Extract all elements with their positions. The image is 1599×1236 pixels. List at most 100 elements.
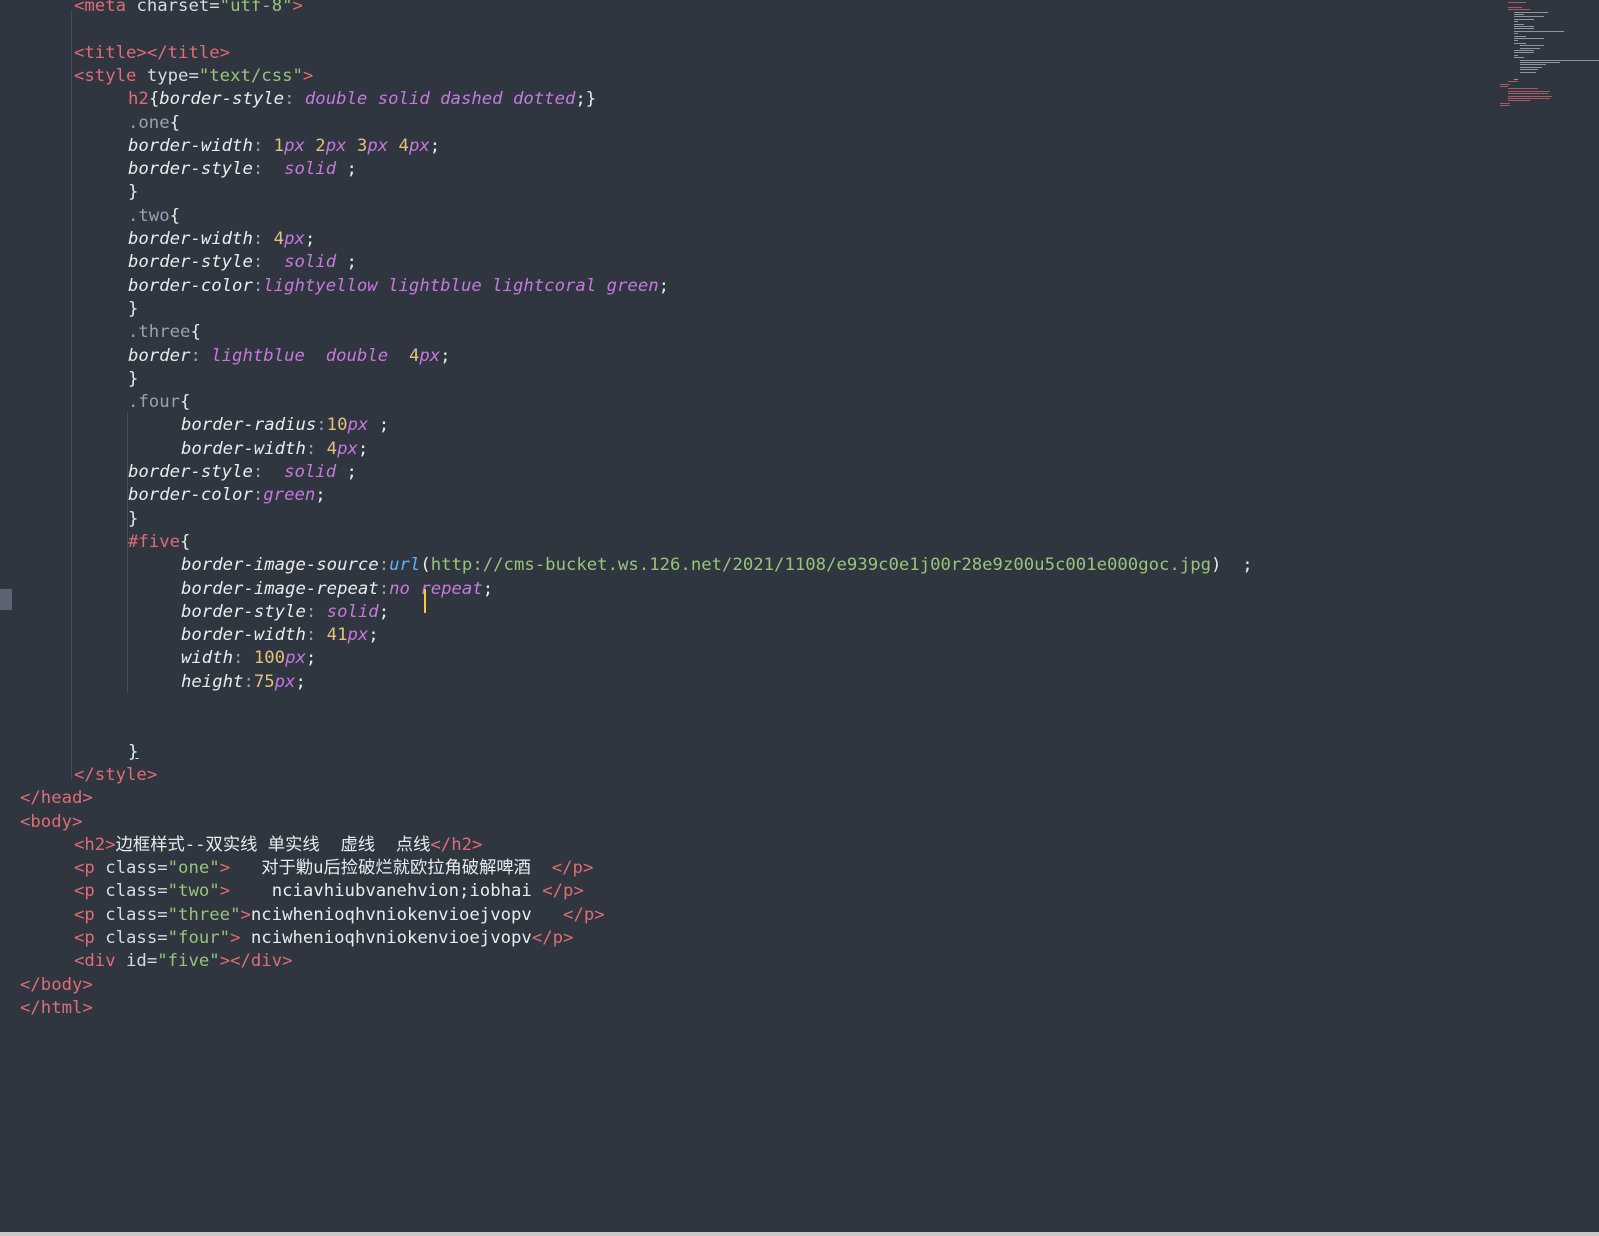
code-token: } — [128, 369, 139, 389]
code-token: } — [128, 182, 139, 202]
minimap-line — [1520, 62, 1560, 63]
code-line[interactable]: border-color:lightyellow lightblue light… — [128, 274, 669, 298]
code-line[interactable]: border-width: 1px 2px 3px 4px; — [128, 134, 440, 158]
code-line[interactable]: <div id="five"></div> — [74, 949, 293, 973]
code-line[interactable]: width: 100px; — [181, 646, 316, 670]
code-line[interactable]: <meta charset="utf-8"> — [74, 0, 303, 18]
code-token: </head> — [20, 788, 93, 808]
code-line[interactable]: border-style: solid ; — [128, 157, 357, 181]
code-token: 2 — [315, 136, 326, 156]
minimap-line — [1514, 30, 1564, 32]
code-line[interactable]: border-style: solid ; — [128, 460, 357, 484]
code-line[interactable]: } — [128, 367, 138, 391]
code-token: : — [305, 439, 327, 459]
minimap-line — [1514, 21, 1518, 23]
code-line[interactable]: .four{ — [128, 390, 190, 414]
code-token: border-radius — [181, 415, 317, 435]
code-line[interactable]: border-image-source:url(http://cms-bucke… — [181, 553, 1253, 577]
code-line[interactable]: } — [128, 297, 138, 321]
code-token: </html> — [20, 998, 93, 1018]
code-token: 4 — [408, 346, 420, 366]
code-line[interactable]: <p class="four"> nciwhenioqhvniokenvioej… — [74, 926, 573, 950]
current-line-marker — [0, 589, 12, 610]
code-line[interactable]: border: lightblue double 4px; — [128, 344, 451, 368]
code-line[interactable]: <h2>边框样式--双实线 单实线 虚线 点线</h2> — [74, 833, 482, 857]
minimap-line — [1514, 57, 1524, 59]
code-token: px — [284, 136, 316, 156]
code-token: 41 — [326, 625, 348, 645]
minimap-line — [1514, 78, 1518, 80]
code-line[interactable]: <title></title> — [74, 41, 230, 65]
code-token: ;} — [575, 89, 597, 109]
code-token: </p> — [563, 905, 605, 925]
code-token: border-style — [181, 602, 306, 622]
code-line[interactable]: .two{ — [128, 204, 180, 228]
code-line[interactable]: .three{ — [128, 320, 201, 344]
code-line[interactable]: } — [128, 180, 138, 204]
code-token: </p> — [542, 881, 584, 901]
code-line[interactable]: <p class="three">nciwhenioqhvniokenvioej… — [74, 903, 605, 927]
code-token: "two" — [167, 881, 220, 901]
code-line[interactable]: border-radius:10px ; — [181, 413, 389, 437]
code-line[interactable]: </head> — [20, 786, 93, 810]
code-line[interactable]: border-style: solid; — [181, 600, 389, 624]
code-line[interactable]: border-width: 41px; — [181, 623, 379, 647]
code-token: px — [325, 136, 357, 156]
code-line[interactable]: h2{border-style: double solid dashed dot… — [128, 87, 596, 111]
code-token: solid — [284, 159, 337, 179]
code-token: "five" — [157, 951, 220, 971]
code-token: border — [128, 346, 191, 366]
minimap-line — [1508, 100, 1530, 102]
code-token: solid — [284, 462, 337, 482]
code-line[interactable]: <body> — [20, 810, 82, 834]
code-token: class= — [105, 881, 168, 901]
code-token: "one" — [167, 858, 220, 878]
minimap-line — [1514, 23, 1524, 25]
code-token: id= — [126, 951, 158, 971]
code-token: > — [292, 0, 303, 16]
code-token: ( — [420, 555, 431, 575]
code-token: ></div> — [219, 951, 293, 971]
code-token: <p — [74, 928, 106, 948]
code-line[interactable]: .one{ — [128, 111, 180, 135]
minimap-line — [1514, 14, 1524, 15]
code-line[interactable]: border-width: 4px; — [128, 227, 315, 251]
code-token: } — [128, 742, 139, 762]
code-line[interactable]: <p class="two"> nciavhiubvanehvion;iobha… — [74, 879, 584, 903]
code-token: border-style — [128, 462, 253, 482]
code-token: 3 — [356, 136, 368, 156]
code-line[interactable]: border-style: solid ; — [128, 250, 357, 274]
code-line[interactable]: <style type="text/css"> — [74, 64, 313, 88]
code-token: <div — [74, 951, 127, 971]
code-token: ; — [482, 579, 494, 599]
minimap-line — [1514, 28, 1534, 30]
code-line[interactable]: border-color:green; — [128, 483, 326, 507]
code-line[interactable]: </body> — [20, 973, 93, 997]
code-line[interactable]: <p class="one"> 对于勦u后捡破烂就欧拉角破解啤酒 </p> — [74, 856, 593, 880]
code-line[interactable]: } — [128, 740, 138, 764]
code-token: ; — [658, 276, 670, 296]
code-token: > — [302, 66, 314, 86]
minimap-line — [1520, 59, 1599, 61]
code-token: : — [305, 625, 327, 645]
minimap-line — [1508, 95, 1552, 97]
minimap[interactable] — [1500, 0, 1599, 120]
code-token: 75 — [253, 672, 275, 692]
code-line[interactable]: height:75px; — [181, 670, 306, 694]
minimap-line — [1514, 11, 1548, 13]
code-line[interactable]: #five{ — [128, 530, 190, 554]
code-line[interactable]: border-image-repeat:no repeat; — [181, 577, 493, 601]
code-editor[interactable]: <meta charset="utf-8"> <title></title> <st… — [0, 0, 1599, 1232]
code-token: 10 — [326, 415, 348, 435]
code-area[interactable]: <meta charset="utf-8"> <title></title> <st… — [0, 0, 1480, 1232]
code-line[interactable]: </html> — [20, 996, 93, 1020]
code-line[interactable]: } — [128, 507, 138, 531]
code-token: solid — [284, 252, 337, 272]
code-line[interactable]: border-width: 4px; — [181, 437, 368, 461]
code-token: double solid dashed dotted — [304, 89, 576, 109]
code-token: px — [367, 136, 399, 156]
code-token: </h2> — [430, 835, 483, 855]
code-token: 边框样式--双实线 单实线 虚线 点线 — [115, 835, 431, 855]
code-line[interactable]: </style> — [74, 763, 157, 787]
